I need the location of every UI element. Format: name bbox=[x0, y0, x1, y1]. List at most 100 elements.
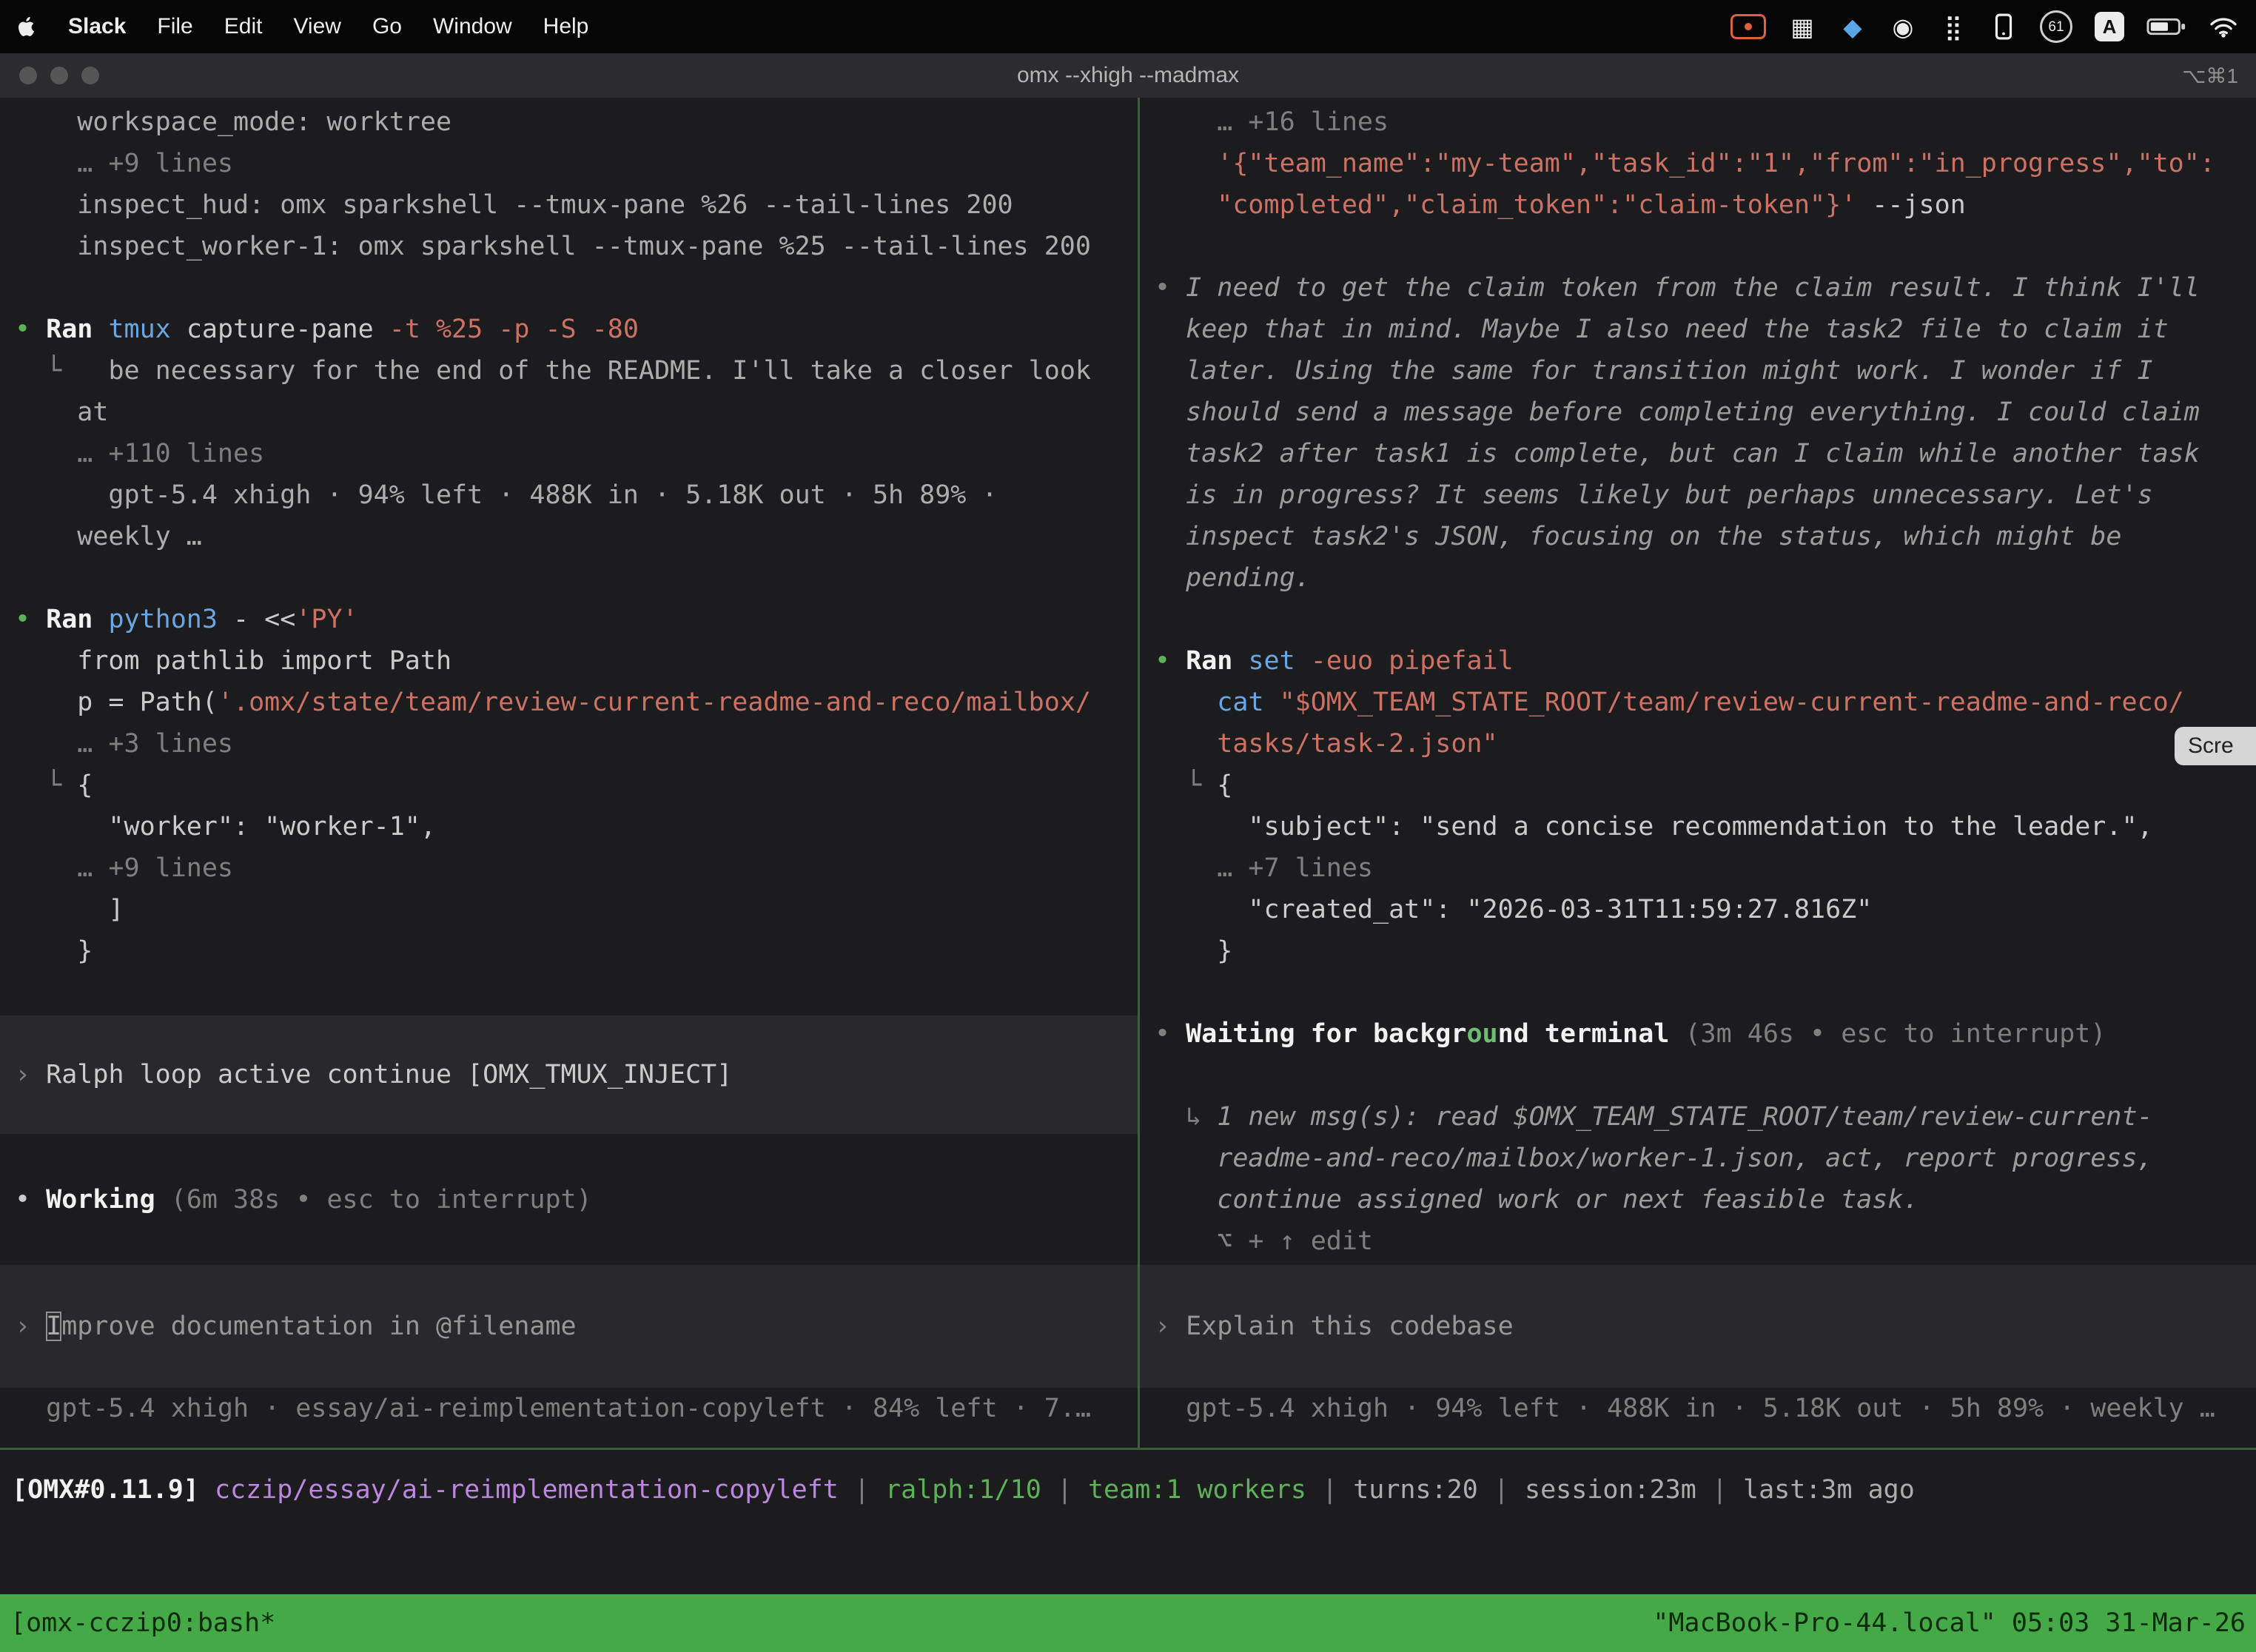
menu-go[interactable]: Go bbox=[372, 14, 402, 39]
text-segment bbox=[1155, 688, 1217, 717]
text-segment: session:23m bbox=[1525, 1475, 1696, 1505]
composer-placeholder-left: › Improve documentation in @filename bbox=[0, 1306, 1138, 1347]
text-segment: workspace_mode: worktree bbox=[15, 107, 451, 137]
text-segment: I need to get the claim token from the c… bbox=[1186, 273, 2200, 303]
text-segment: • bbox=[15, 315, 46, 344]
terminal-line: • Ran tmux capture-pane -t %25 -p -S -80 bbox=[0, 309, 1138, 350]
terminal-line: } bbox=[1140, 930, 2256, 972]
close-button[interactable] bbox=[19, 67, 37, 84]
text-segment: … +110 lines bbox=[15, 439, 264, 469]
phone-icon[interactable] bbox=[1990, 9, 2018, 44]
text-segment: readme-and-reco/mailbox/worker-1.json, a… bbox=[1155, 1144, 2153, 1173]
text-segment: … +9 lines bbox=[15, 853, 233, 883]
text-segment: { bbox=[1217, 770, 1232, 800]
text-segment: p = Path( bbox=[15, 688, 218, 717]
text-segment: gpt-5.4 xhigh · essay/ai-reimplementatio… bbox=[15, 1394, 1091, 1423]
menu-bar-left: Slack File Edit View Go Window Help bbox=[18, 14, 588, 39]
wifi-icon[interactable] bbox=[2209, 9, 2238, 44]
text-segment: turns:20 bbox=[1353, 1475, 1478, 1505]
terminal-line: workspace_mode: worktree bbox=[0, 101, 1138, 143]
active-app-name[interactable]: Slack bbox=[68, 14, 126, 39]
text-segment: cat bbox=[1217, 688, 1263, 717]
terminal-line: tasks/task-2.json" bbox=[1140, 723, 2256, 765]
text-segment bbox=[1232, 646, 1248, 676]
text-segment: … +16 lines bbox=[1155, 107, 1389, 137]
text-segment: 'PY' bbox=[295, 605, 357, 634]
dark-app-icon[interactable]: ◉ bbox=[1889, 9, 1917, 44]
text-segment: ou bbox=[1466, 1019, 1497, 1049]
text-segment: tasks/task-2.json" bbox=[1155, 729, 1498, 759]
menu-window[interactable]: Window bbox=[433, 14, 512, 39]
window-title: omx --xhigh --madmax bbox=[1017, 63, 1239, 88]
menu-view[interactable]: View bbox=[293, 14, 340, 39]
screen-recording-indicator[interactable] bbox=[1730, 9, 1766, 44]
model-status-line-left: gpt-5.4 xhigh · essay/ai-reimplementatio… bbox=[0, 1388, 1138, 1429]
menubar-status-icons: ▦ ◆ ◉ ⣿ 61 A bbox=[1730, 9, 2238, 44]
composer-input-left[interactable]: › Improve documentation in @filename bbox=[0, 1265, 1138, 1388]
grid-icon[interactable]: ▦ bbox=[1788, 9, 1816, 44]
terminal-line: … +110 lines bbox=[0, 433, 1138, 474]
left-scrollback: workspace_mode: worktree … +9 lines insp… bbox=[0, 101, 1138, 972]
text-segment: { bbox=[77, 770, 93, 800]
text-segment: "subject": "send a concise recommendatio… bbox=[1155, 812, 2153, 842]
terminal-line bbox=[1140, 599, 2256, 640]
text-segment: last:3m ago bbox=[1743, 1475, 1915, 1505]
terminal-line: should send a message before completing … bbox=[1140, 392, 2256, 433]
text-segment bbox=[93, 315, 108, 344]
text-segment: -t %25 -p -S -80 bbox=[389, 315, 639, 344]
text-segment bbox=[93, 605, 108, 634]
terminal-line: … +9 lines bbox=[0, 847, 1138, 889]
battery-icon[interactable] bbox=[2146, 9, 2186, 44]
text-segment: --json bbox=[1856, 190, 1966, 220]
menu-help[interactable]: Help bbox=[543, 14, 589, 39]
tmux-pane-right[interactable]: … +16 lines '{"team_name":"my-team","tas… bbox=[1140, 98, 2256, 1448]
terminal-line: └ be necessary for the end of the README… bbox=[0, 350, 1138, 392]
text-segment: (6m 38s • esc to interrupt) bbox=[155, 1185, 592, 1215]
right-scrollback: … +16 lines '{"team_name":"my-team","tas… bbox=[1140, 101, 2256, 1262]
terminal-line: inspect_worker-1: omx sparkshell --tmux-… bbox=[0, 226, 1138, 267]
terminal-line: • I need to get the claim token from the… bbox=[1140, 267, 2256, 309]
dots-grid-icon[interactable]: ⣿ bbox=[1939, 9, 1967, 44]
text-segment: team:1 workers bbox=[1088, 1475, 1306, 1505]
text-segment: set bbox=[1248, 646, 1295, 676]
minimize-button[interactable] bbox=[50, 67, 68, 84]
text-segment: pending. bbox=[1155, 563, 1311, 593]
text-segment: | bbox=[1306, 1475, 1353, 1505]
screen-share-tooltip: Scre bbox=[2175, 727, 2256, 765]
battery-gauge-icon[interactable]: 61 bbox=[2040, 10, 2072, 43]
text-segment: 1 new msg(s): read $OMX_TEAM_STATE_ROOT/… bbox=[1217, 1102, 2152, 1132]
terminal-line: task2 after task1 is complete, but can I… bbox=[1140, 433, 2256, 474]
text-segment: | bbox=[1478, 1475, 1525, 1505]
ralph-status-band[interactable]: › Ralph loop active continue [OMX_TMUX_I… bbox=[0, 1015, 1138, 1134]
text-segment: [OMX#0.11.9] bbox=[12, 1475, 199, 1505]
text-segment: "$OMX_TEAM_STATE_ROOT/team/review-curren… bbox=[1280, 688, 2184, 717]
text-segment: mprove documentation in @filename bbox=[61, 1312, 576, 1341]
menu-file[interactable]: File bbox=[157, 14, 192, 39]
text-segment: I bbox=[46, 1312, 61, 1341]
composer-input-right[interactable]: › Explain this codebase bbox=[1140, 1265, 2256, 1388]
window-titlebar: omx --xhigh --madmax ⌥⌘1 bbox=[0, 53, 2256, 98]
text-segment bbox=[1295, 646, 1311, 676]
terminal-line: "subject": "send a concise recommendatio… bbox=[1140, 806, 2256, 847]
blue-app-icon[interactable]: ◆ bbox=[1839, 9, 1867, 44]
text-segment: ↳ bbox=[1155, 1102, 1217, 1132]
text-segment: -euo pipefail bbox=[1311, 646, 1514, 676]
text-segment: '.omx/state/team/review-current-readme-a… bbox=[218, 688, 1091, 717]
terminal-line: readme-and-reco/mailbox/worker-1.json, a… bbox=[1140, 1138, 2256, 1179]
text-segment: └ bbox=[15, 770, 77, 800]
zoom-button[interactable] bbox=[81, 67, 99, 84]
terminal-line: … +3 lines bbox=[0, 723, 1138, 765]
menu-edit[interactable]: Edit bbox=[224, 14, 263, 39]
text-segment: • bbox=[1155, 273, 1186, 303]
terminal-line: ⌥ + ↑ edit bbox=[1140, 1220, 2256, 1262]
apple-menu[interactable] bbox=[18, 16, 37, 38]
text-segment: • bbox=[15, 1185, 46, 1215]
working-status-line: • Working (6m 38s • esc to interrupt) bbox=[0, 1179, 1138, 1220]
window-controls bbox=[0, 67, 99, 84]
tmux-pane-left[interactable]: workspace_mode: worktree … +9 lines insp… bbox=[0, 98, 1138, 1448]
terminal-line: └ { bbox=[0, 765, 1138, 806]
input-source-icon[interactable]: A bbox=[2095, 12, 2124, 41]
text-segment: capture-pane bbox=[171, 315, 389, 344]
model-status-line-right: gpt-5.4 xhigh · 94% left · 488K in · 5.1… bbox=[1140, 1388, 2256, 1429]
text-segment: task2 after task1 is complete, but can I… bbox=[1155, 439, 2200, 469]
